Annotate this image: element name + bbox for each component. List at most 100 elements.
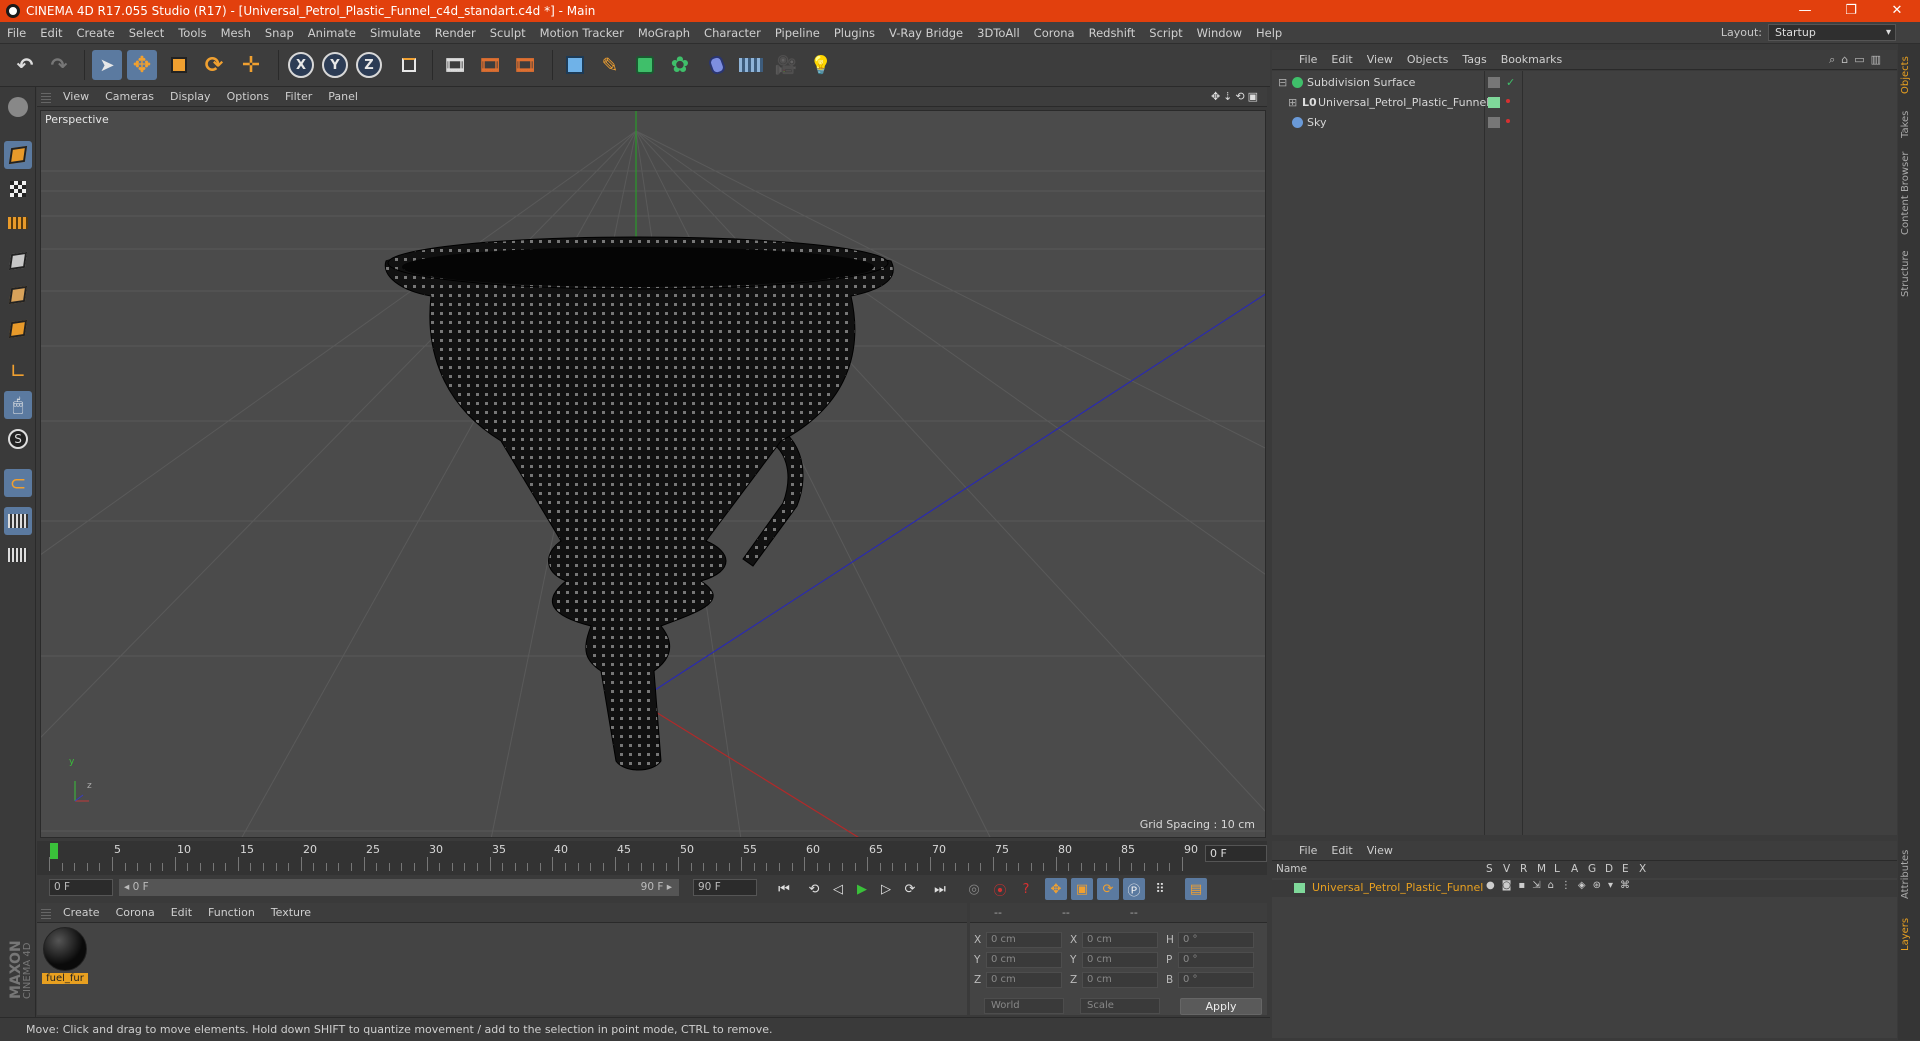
tweak-mode-icon[interactable]: 🖱 (4, 391, 32, 419)
z-axis-lock-button[interactable]: Z (356, 52, 382, 78)
object-row[interactable]: ⊞ L0 Universal_Petrol_Plastic_Funnel (1272, 93, 1897, 112)
layer-color-icon[interactable] (1488, 97, 1500, 108)
material-menu-texture[interactable]: Texture (263, 906, 319, 919)
tab-attributes[interactable]: Attributes (1900, 844, 1918, 904)
layer-menu-edit[interactable]: Edit (1324, 844, 1359, 857)
undo-icon[interactable]: ↶ (10, 50, 40, 80)
menu-3dtoall[interactable]: 3DToAll (970, 26, 1027, 40)
menu-sculpt[interactable]: Sculpt (483, 26, 533, 40)
preview-range-slider[interactable]: ◂ 0 F 90 F ▸ (119, 879, 679, 896)
transform-mode-select[interactable]: Scale (1080, 998, 1160, 1014)
current-frame-field[interactable]: 0 F (1205, 845, 1267, 862)
rotation-p-field[interactable]: 0 ° (1178, 952, 1254, 968)
snap-icon[interactable]: S (4, 425, 32, 453)
timeline-window-icon[interactable]: ▤ (1185, 878, 1207, 900)
y-axis-lock-button[interactable]: Y (322, 52, 348, 78)
object-menu-edit[interactable]: Edit (1324, 53, 1359, 66)
points-mode-icon[interactable] (4, 247, 32, 275)
coordinate-mode-select[interactable]: World (984, 998, 1064, 1014)
object-name[interactable]: Universal_Petrol_Plastic_Funnel (1318, 96, 1489, 109)
go-to-start-icon[interactable]: ⏮ (773, 878, 795, 900)
position-y-field[interactable]: 0 cm (986, 952, 1062, 968)
viewport-menu-view[interactable]: View (55, 90, 97, 103)
collapse-icon[interactable]: ⊟ (1278, 76, 1287, 89)
menu-snap[interactable]: Snap (258, 26, 301, 40)
camera-icon[interactable]: 🎥 (771, 50, 801, 80)
apply-button[interactable]: Apply (1180, 998, 1262, 1015)
menu-motion-tracker[interactable]: Motion Tracker (533, 26, 631, 40)
position-z-field[interactable]: 0 cm (986, 972, 1062, 988)
next-frame-icon[interactable]: ▷ (875, 878, 897, 900)
material-menu-function[interactable]: Function (200, 906, 263, 919)
render-settings-icon[interactable]: 🎞 (510, 50, 540, 80)
autokeying-icon[interactable]: ? (1015, 878, 1037, 900)
layer-row[interactable]: Universal_Petrol_Plastic_Funnel ●◙▪⇲⌂⋮◈⊛… (1272, 880, 1897, 897)
layer-menu-view[interactable]: View (1360, 844, 1400, 857)
viewport-menu-filter[interactable]: Filter (277, 90, 320, 103)
layer-color-swatch[interactable] (1294, 883, 1305, 893)
motion-record-icon[interactable]: ◎ (963, 878, 985, 900)
next-keyframe-icon[interactable]: ⟳ (899, 878, 921, 900)
menu-pipeline[interactable]: Pipeline (768, 26, 827, 40)
object-manager-tools-icons[interactable]: ⌕⌂▭▥ (1829, 53, 1887, 67)
go-to-end-icon[interactable]: ⏭ (929, 878, 951, 900)
object-name[interactable]: Sky (1307, 116, 1326, 129)
workplane-lock-icon[interactable] (4, 507, 32, 535)
menu-mesh[interactable]: Mesh (214, 26, 258, 40)
object-menu-objects[interactable]: Objects (1400, 53, 1456, 66)
workplane-mode-icon[interactable] (4, 209, 32, 237)
start-frame-field[interactable]: 0 F (49, 879, 113, 896)
menu-help[interactable]: Help (1249, 26, 1289, 40)
maximize-button[interactable]: ❐ (1828, 0, 1874, 22)
enabled-check-icon[interactable]: ✓ (1506, 76, 1515, 89)
move-tool-icon[interactable]: ✥ (127, 50, 157, 80)
object-menu-file[interactable]: File (1292, 53, 1324, 66)
menu-redshift[interactable]: Redshift (1082, 26, 1143, 40)
menu-render[interactable]: Render (428, 26, 483, 40)
layer-name[interactable]: Universal_Petrol_Plastic_Funnel (1312, 881, 1483, 894)
polygons-mode-icon[interactable] (4, 315, 32, 343)
layer-color-icon[interactable] (1488, 77, 1500, 88)
record-active-objects-icon[interactable]: ⦿ (989, 878, 1011, 900)
menu-character[interactable]: Character (697, 26, 768, 40)
menu-corona[interactable]: Corona (1027, 26, 1082, 40)
material-preview-sphere[interactable] (43, 927, 87, 971)
last-tool-icon[interactable]: ✛ (236, 50, 266, 80)
previous-keyframe-icon[interactable]: ⟲ (803, 878, 825, 900)
menu-window[interactable]: Window (1190, 26, 1249, 40)
viewport-menu-display[interactable]: Display (162, 90, 219, 103)
key-position-icon[interactable]: ✥ (1045, 878, 1067, 900)
size-y-field[interactable]: 0 cm (1082, 952, 1158, 968)
visibility-dot-icon[interactable] (1506, 119, 1510, 123)
floor-icon[interactable] (736, 50, 766, 80)
cloner-icon[interactable]: ✿ (665, 50, 695, 80)
layer-flags-icons[interactable]: ●◙▪⇲⌂⋮◈⊛▾⌘ (1486, 880, 1637, 891)
scale-tool-icon[interactable] (164, 50, 194, 80)
tab-structure[interactable]: Structure (1900, 244, 1918, 304)
render-picture-viewer-icon[interactable]: 🎞 (475, 50, 505, 80)
menu-vray-bridge[interactable]: V-Ray Bridge (882, 26, 970, 40)
position-x-field[interactable]: 0 cm (986, 932, 1062, 948)
close-button[interactable]: ✕ (1874, 0, 1920, 22)
tab-layers[interactable]: Layers (1900, 914, 1918, 954)
material-menu-corona[interactable]: Corona (108, 906, 163, 919)
make-editable-icon[interactable] (4, 93, 32, 121)
key-parameter-icon[interactable]: Ⓟ (1123, 878, 1145, 900)
layout-select[interactable]: Startup (1768, 24, 1896, 41)
material-menu-create[interactable]: Create (55, 906, 108, 919)
material-name[interactable]: fuel_fur (42, 973, 88, 984)
object-menu-view[interactable]: View (1360, 53, 1400, 66)
layer-menu-file[interactable]: File (1292, 844, 1324, 857)
expand-icon[interactable]: ⊞ (1288, 96, 1297, 109)
workplane-align-icon[interactable] (4, 541, 32, 569)
menu-animate[interactable]: Animate (301, 26, 363, 40)
material-menu-edit[interactable]: Edit (163, 906, 200, 919)
viewport-label[interactable]: Perspective (45, 113, 109, 126)
axis-mode-icon[interactable]: ∟ (4, 357, 32, 385)
menu-create[interactable]: Create (70, 26, 122, 40)
perspective-viewport[interactable]: Perspective y z Grid Spacing : 10 cm (40, 110, 1266, 838)
previous-frame-icon[interactable]: ◁ (827, 878, 849, 900)
menu-simulate[interactable]: Simulate (363, 26, 428, 40)
viewport-menu-panel[interactable]: Panel (320, 90, 366, 103)
menu-script[interactable]: Script (1142, 26, 1189, 40)
